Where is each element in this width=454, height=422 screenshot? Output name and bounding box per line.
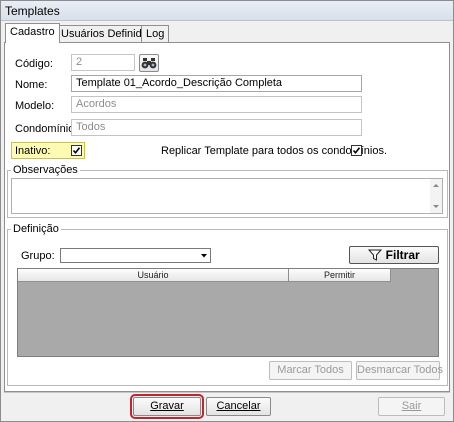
funnel-icon xyxy=(368,249,383,261)
usuarios-grid[interactable]: Usuário Permitir xyxy=(17,268,439,357)
chevron-down-icon[interactable] xyxy=(198,249,210,262)
replicar-checkbox[interactable] xyxy=(351,145,362,156)
check-icon xyxy=(352,147,361,155)
gravar-button[interactable]: Gravar xyxy=(130,394,204,419)
tab-cadastro[interactable]: Cadastro xyxy=(5,23,60,43)
title-bar: Templates xyxy=(1,1,453,21)
codigo-field[interactable]: 2 xyxy=(71,54,135,71)
nome-field[interactable]: Template 01_Acordo_Descrição Completa xyxy=(71,75,362,92)
codigo-label: Código: xyxy=(15,58,53,70)
marcar-todos-button[interactable]: Marcar Todos xyxy=(269,361,352,380)
scroll-arrows-icon xyxy=(433,184,439,208)
grupo-label: Grupo: xyxy=(21,250,55,262)
definicao-title: Definição xyxy=(11,223,61,235)
binoculars-icon xyxy=(141,58,157,69)
footer-divider xyxy=(4,392,450,393)
condominio-label: Condomínio: xyxy=(15,123,78,135)
column-header-usuario[interactable]: Usuário xyxy=(18,269,289,282)
filtrar-label: Filtrar xyxy=(385,248,420,262)
window-title: Templates xyxy=(5,4,60,18)
nome-label: Nome: xyxy=(15,79,48,91)
tab-log[interactable]: Log xyxy=(141,25,170,42)
inativo-checkbox[interactable] xyxy=(71,145,82,156)
desmarcar-todos-button[interactable]: Desmarcar Todos xyxy=(356,361,443,380)
condominio-field[interactable]: Todos xyxy=(71,119,362,136)
observacoes-textarea[interactable] xyxy=(11,178,443,214)
observacoes-scrollbar[interactable] xyxy=(430,179,442,213)
grupo-select[interactable] xyxy=(60,248,211,263)
templates-window: Templates Cadastro Usuários Definidos Lo… xyxy=(0,0,454,422)
modelo-field[interactable]: Acordos xyxy=(71,96,362,113)
sair-button[interactable]: Sair xyxy=(378,397,445,416)
check-icon xyxy=(72,147,81,155)
observacoes-title: Observações xyxy=(11,164,80,176)
column-header-permitir[interactable]: Permitir xyxy=(289,269,391,282)
modelo-label: Modelo: xyxy=(15,100,55,112)
search-codigo-button[interactable] xyxy=(139,54,159,72)
cancelar-button[interactable]: Cancelar xyxy=(206,397,271,416)
inativo-label: Inativo: xyxy=(15,145,51,157)
filtrar-button[interactable]: Filtrar xyxy=(349,246,439,264)
